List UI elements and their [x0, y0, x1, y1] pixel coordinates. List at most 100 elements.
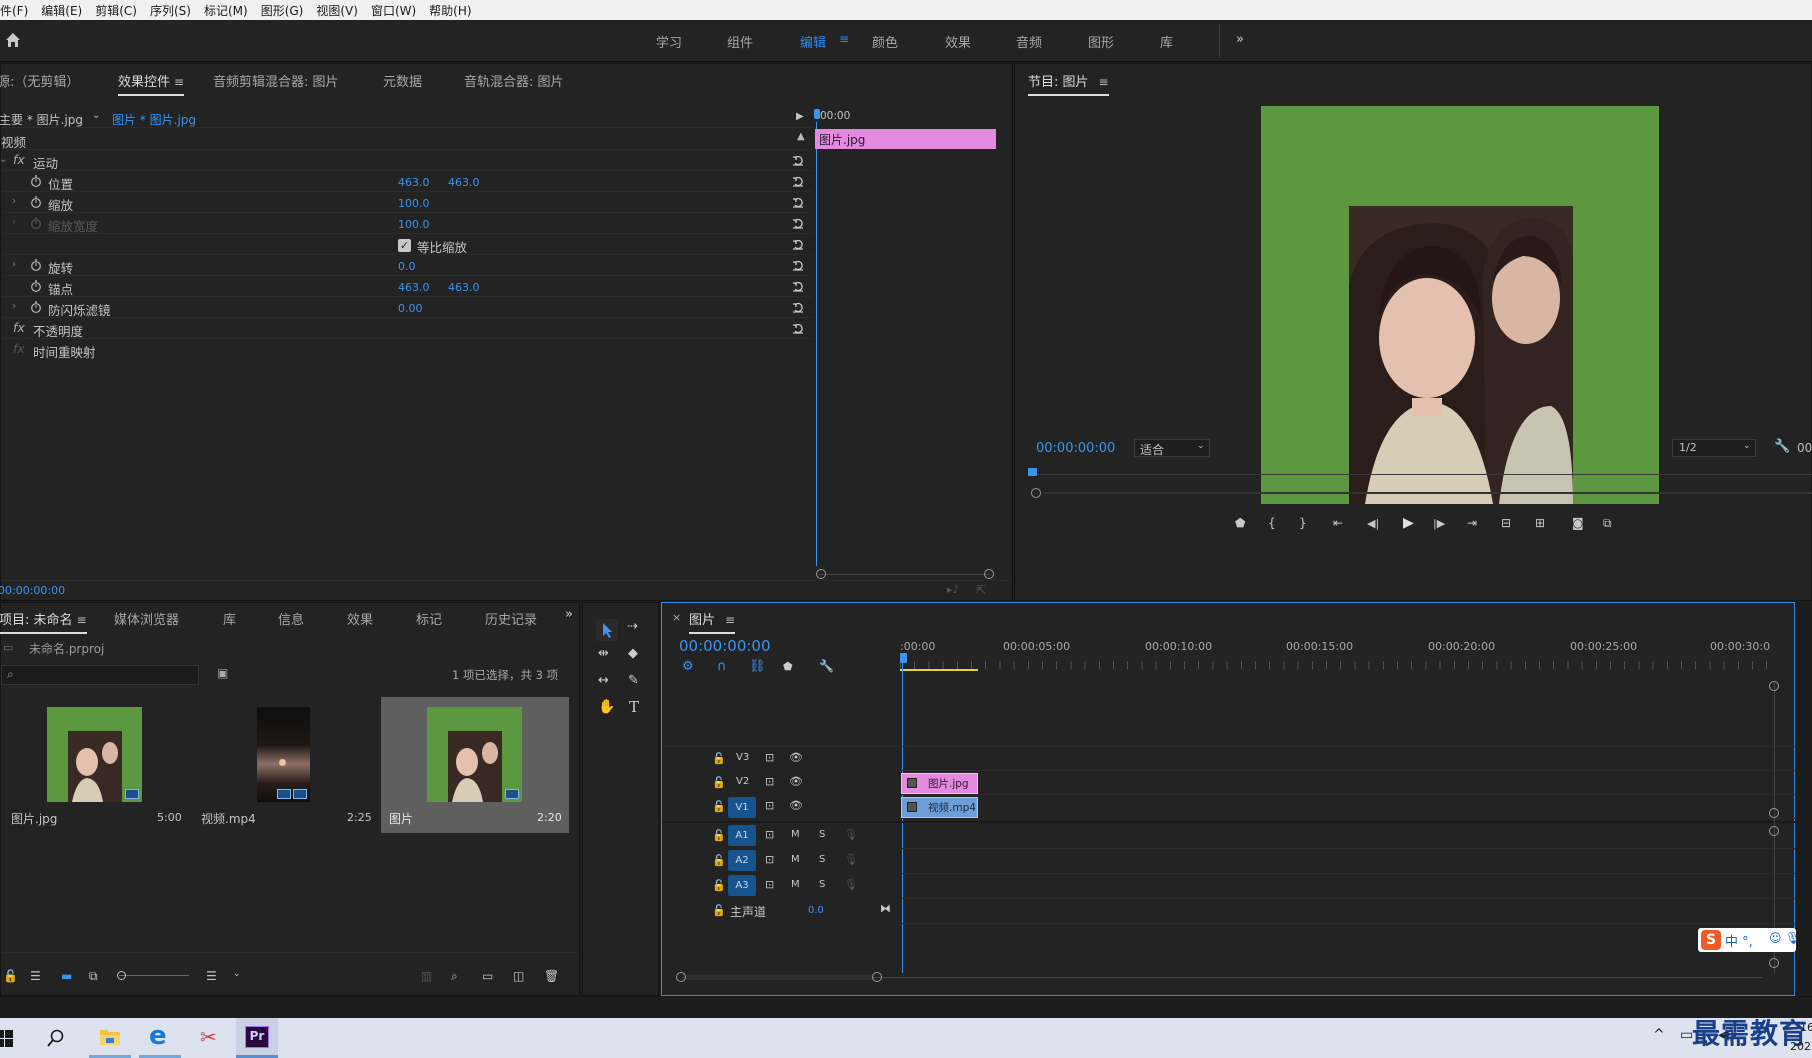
new-bin-search-icon[interactable]: ▣: [217, 666, 228, 680]
reset-icon[interactable]: [792, 280, 804, 292]
tray-date[interactable]: 2022: [1790, 1040, 1812, 1053]
tab-audio-clip-mixer[interactable]: 音频剪辑混合器: 图片: [213, 71, 339, 90]
menu-marker[interactable]: 标记(M): [198, 2, 255, 19]
project-item[interactable]: 视频.mp4 2:25: [191, 697, 379, 833]
workspace-tab-assembly[interactable]: 组件: [727, 32, 753, 51]
uniform-scale-checkbox[interactable]: ✓: [398, 239, 411, 252]
timeline-ruler[interactable]: :00:00 00:00:05:00 00:00:10:00 00:00:15:…: [900, 637, 1780, 673]
reset-icon[interactable]: [792, 196, 804, 208]
workspace-tab-learn[interactable]: 学习: [656, 32, 682, 51]
mark-in-icon[interactable]: {: [1268, 516, 1276, 530]
rotation-value[interactable]: 0.0: [398, 260, 416, 273]
panel-menu-icon[interactable]: ≡: [725, 613, 735, 627]
step-back-icon[interactable]: ◀|: [1367, 517, 1379, 530]
eye-icon[interactable]: 👁: [789, 775, 803, 788]
tab-audio-track-mixer[interactable]: 音轨混合器: 图片: [464, 71, 564, 90]
fit-dropdown[interactable]: 适合 ⌄: [1134, 439, 1210, 457]
list-view-icon[interactable]: ☰: [30, 969, 41, 983]
wrench-icon[interactable]: 🔧: [1774, 439, 1790, 454]
tab-libraries[interactable]: 库: [223, 609, 236, 628]
mark-out-icon[interactable]: }: [1299, 516, 1307, 530]
program-timecode[interactable]: 00:00:00:00: [1036, 441, 1115, 456]
audio-toggle-icon[interactable]: ▸♪: [947, 583, 960, 596]
position-y-value[interactable]: 463.0: [448, 176, 480, 189]
play-icon[interactable]: ▶: [1403, 515, 1414, 531]
play-clip-icon[interactable]: ▶: [796, 111, 804, 122]
solo-button[interactable]: S: [819, 879, 825, 890]
h-scroll-handle-left[interactable]: [676, 972, 686, 982]
go-to-out-icon[interactable]: ⇥: [1467, 516, 1477, 530]
zoom-slider-handle[interactable]: [117, 971, 126, 980]
workspace-tab-effects[interactable]: 效果: [945, 32, 971, 51]
v-scroll-handle[interactable]: [1769, 826, 1779, 836]
anchor-y-value[interactable]: 463.0: [448, 281, 480, 294]
track-label-a1[interactable]: A1: [728, 825, 756, 846]
stopwatch-icon[interactable]: [30, 301, 42, 313]
icon-view-icon[interactable]: ▬: [61, 969, 72, 983]
mini-scrollbar[interactable]: [819, 574, 989, 575]
mic-icon[interactable]: 🎙: [844, 828, 858, 841]
reset-icon[interactable]: [792, 217, 804, 229]
workspace-tab-libraries[interactable]: 库: [1160, 32, 1173, 51]
tab-info[interactable]: 信息: [278, 609, 304, 628]
timeline-timecode[interactable]: 00:00:00:00: [679, 637, 771, 655]
stopwatch-icon[interactable]: [30, 175, 42, 187]
snap-icon[interactable]: ∩: [717, 659, 727, 674]
expand-motion-icon[interactable]: ⌄: [0, 154, 7, 165]
mute-button[interactable]: M: [791, 854, 800, 865]
project-item-selected[interactable]: 图片 2:20: [381, 697, 569, 833]
tab-program[interactable]: 节目: 图片 ≡: [1028, 71, 1109, 96]
sort-icon[interactable]: ☰: [206, 969, 217, 983]
fx-icon[interactable]: fx: [13, 152, 25, 167]
lock-icon[interactable]: 🔓: [712, 879, 726, 892]
home-icon[interactable]: [4, 31, 22, 49]
mic-icon[interactable]: 🎙: [1785, 931, 1800, 945]
h-scroll-handle-right[interactable]: [872, 972, 882, 982]
v-scroll-handle[interactable]: [1769, 958, 1779, 968]
export-icon[interactable]: ⇱: [976, 583, 986, 597]
slip-icon[interactable]: ↔: [598, 673, 609, 688]
clip-label[interactable]: 图片 * 图片.jpg: [112, 111, 196, 128]
mic-icon[interactable]: 🎙: [844, 878, 858, 891]
sync-lock-icon[interactable]: ⊡: [765, 878, 774, 891]
reset-icon[interactable]: [792, 154, 804, 166]
menu-clip[interactable]: 剪辑(C): [89, 2, 144, 19]
lock-icon[interactable]: 🔓: [3, 969, 18, 983]
lock-icon[interactable]: 🔓: [712, 776, 726, 789]
go-to-end-icon[interactable]: ⧓: [880, 902, 891, 915]
premiere-taskbar-button[interactable]: Pr: [236, 1018, 278, 1058]
search-icon[interactable]: [47, 1029, 65, 1047]
scale-value[interactable]: 100.0: [398, 197, 430, 210]
project-search-input[interactable]: ⌕: [1, 665, 199, 685]
windows-start-icon[interactable]: [0, 1030, 14, 1048]
workspace-overflow-icon[interactable]: »: [1236, 32, 1244, 47]
program-playhead[interactable]: [1028, 468, 1037, 476]
panel-menu-icon[interactable]: ≡: [77, 613, 87, 627]
program-ruler[interactable]: [1027, 464, 1812, 484]
tray-chevron-icon[interactable]: ^: [1653, 1027, 1665, 1043]
mini-playhead-handle[interactable]: [814, 109, 820, 119]
find-icon[interactable]: ⌕: [451, 969, 458, 984]
menu-view[interactable]: 视图(V): [310, 2, 365, 19]
zoom-slider[interactable]: [119, 975, 189, 976]
tab-sequence[interactable]: 图片 ≡: [689, 609, 736, 634]
master-volume-value[interactable]: 0.0: [808, 905, 824, 916]
sync-lock-icon[interactable]: ⊡: [765, 828, 774, 841]
chevron-down-icon[interactable]: ⌄: [233, 969, 241, 979]
trash-icon[interactable]: 🗑: [544, 969, 559, 983]
zoom-handle[interactable]: [1031, 488, 1041, 498]
compare-icon[interactable]: ⧉: [1603, 516, 1612, 531]
lift-icon[interactable]: ⊟: [1501, 516, 1511, 530]
menu-window[interactable]: 窗口(W): [365, 2, 423, 19]
pen-icon[interactable]: ✎: [628, 673, 639, 688]
effect-controls-timecode[interactable]: 00:00:00:00: [0, 584, 65, 597]
chevron-down-icon[interactable]: ⌄: [92, 110, 100, 121]
ime-toolbar[interactable]: S 中 °, ☺ 🎙: [1698, 928, 1800, 952]
selection-tool[interactable]: [596, 619, 618, 641]
solo-button[interactable]: S: [819, 829, 825, 840]
mini-scroll-handle-left[interactable]: [816, 569, 826, 579]
reset-icon[interactable]: [792, 322, 804, 334]
workspace-tab-audio[interactable]: 音频: [1016, 32, 1042, 51]
lock-icon[interactable]: 🔓: [712, 752, 726, 765]
reset-icon[interactable]: [792, 175, 804, 187]
